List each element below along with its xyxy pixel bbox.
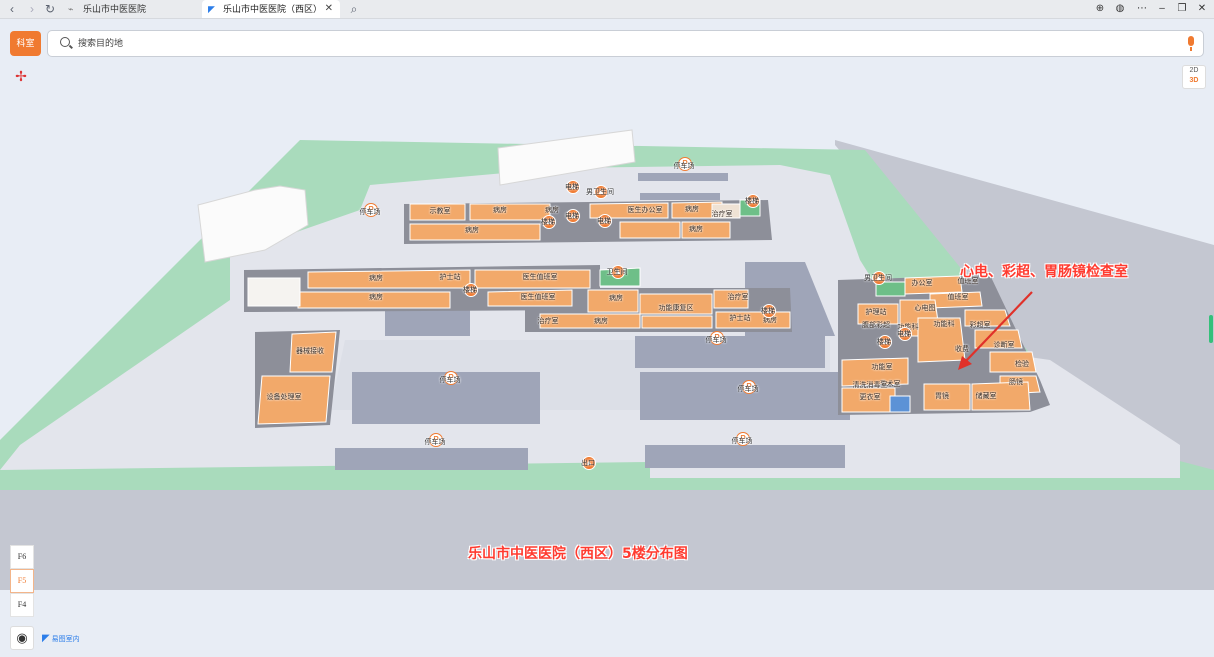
- forward-icon[interactable]: ›: [24, 1, 40, 17]
- close-window-icon[interactable]: ✕: [1192, 0, 1212, 18]
- room-label[interactable]: 储藏室: [976, 391, 997, 401]
- room-label[interactable]: 检验: [1015, 359, 1029, 369]
- room-label[interactable]: 功能室: [872, 362, 893, 372]
- parking-label[interactable]: 停车场: [425, 437, 446, 447]
- facility-label[interactable]: 电梯: [597, 216, 611, 226]
- link-icon: ⌁: [68, 4, 74, 14]
- facility-label[interactable]: 楼梯: [877, 337, 891, 347]
- browser-tab-bar: ‹ › ↻ ⌁ 乐山市中医医院 ◤ 乐山市中医医院（西区） ✕ ⌕ ⊕ ◍ ⋯ – …: [0, 0, 1214, 19]
- room-label[interactable]: 示教室: [430, 206, 451, 216]
- parking-label[interactable]: 停车场: [440, 375, 461, 385]
- room-label[interactable]: 病房: [689, 224, 703, 234]
- room-label[interactable]: 医生办公室: [628, 205, 663, 215]
- facility-label[interactable]: 男卫生间: [586, 187, 614, 197]
- parking-label[interactable]: 停车场: [732, 436, 753, 446]
- parking-label[interactable]: 停车场: [674, 161, 695, 171]
- room-label[interactable]: 诊断室: [994, 340, 1015, 350]
- room-label[interactable]: 腹部彩超: [862, 320, 890, 330]
- microphone-icon[interactable]: [1188, 36, 1194, 51]
- room-label[interactable]: 护士站: [730, 313, 751, 323]
- new-tab-search-icon[interactable]: ⌕: [346, 1, 362, 17]
- room-label[interactable]: 病房: [609, 293, 623, 303]
- room-label[interactable]: 病房: [369, 292, 383, 302]
- floor-f5[interactable]: F5: [10, 569, 34, 593]
- tab-hospital-west[interactable]: ◤ 乐山市中医医院（西区） ✕: [202, 0, 340, 18]
- map-app: 病房 示教室 病房 病房 医生办公室 病房 病房 护士站 病房 医生值班室 医生值班室 治疗室 病房 病房…: [0, 19, 1214, 657]
- room-label[interactable]: 胃镜: [935, 391, 949, 401]
- view-2d-label: 2D: [1189, 67, 1199, 74]
- room-label[interactable]: 功能康复区: [659, 303, 694, 313]
- zoom-indicator: [1209, 315, 1213, 343]
- view-3d-label: 3D: [1189, 77, 1199, 84]
- globe-icon[interactable]: ◍: [1110, 0, 1130, 18]
- room-label[interactable]: 彩超室: [970, 320, 991, 330]
- facility-label[interactable]: 男卫生间: [864, 273, 892, 283]
- room-label[interactable]: 收费: [955, 344, 969, 354]
- room-label[interactable]: 功能科: [934, 319, 955, 329]
- facility-label[interactable]: 楼梯: [463, 285, 477, 295]
- facility-label[interactable]: 楼梯: [541, 217, 555, 227]
- search-input[interactable]: 搜索目的地: [47, 30, 1204, 57]
- search-placeholder: 搜索目的地: [78, 38, 124, 48]
- parking-label[interactable]: 停车场: [706, 335, 727, 345]
- facility-label[interactable]: 楼梯: [761, 306, 775, 316]
- minimize-icon[interactable]: –: [1152, 0, 1172, 18]
- room-label[interactable]: 清洗消毒室: [853, 380, 888, 390]
- parking-label[interactable]: 停车场: [738, 384, 759, 394]
- room-label[interactable]: 医生值班室: [523, 272, 558, 282]
- facility-label[interactable]: 电梯: [565, 211, 579, 221]
- room-label[interactable]: 治疗室: [712, 209, 733, 219]
- facility-label[interactable]: 楼梯: [745, 196, 759, 206]
- map-tab-icon: ◤: [208, 4, 215, 14]
- category-button[interactable]: 科室: [10, 31, 41, 56]
- room-label[interactable]: 病房: [594, 316, 608, 326]
- floor-f4[interactable]: F4: [10, 593, 34, 617]
- room-label[interactable]: 值班室: [948, 292, 969, 302]
- room-label[interactable]: 更衣室: [860, 392, 881, 402]
- room-label[interactable]: 办公室: [912, 278, 933, 288]
- floor-f6[interactable]: F6: [10, 545, 34, 569]
- locate-icon[interactable]: ◉: [10, 626, 34, 650]
- facility-label[interactable]: 卫生间: [607, 267, 628, 277]
- room-label[interactable]: 病房: [465, 225, 479, 235]
- compass-icon[interactable]: ✢: [11, 66, 31, 86]
- facility-label[interactable]: 电梯: [565, 182, 579, 192]
- view-toggle-button[interactable]: 2D 3D: [1182, 65, 1206, 89]
- facility-label[interactable]: 出口: [581, 458, 595, 468]
- room-label[interactable]: 护士站: [440, 272, 461, 282]
- more-icon[interactable]: ⋯: [1132, 0, 1152, 18]
- brand-logo: ◤ 易图室内: [42, 633, 80, 644]
- map-caption: 乐山市中医医院（西区）5楼分布图: [468, 546, 688, 562]
- restore-icon[interactable]: ❐: [1172, 0, 1192, 18]
- room-label[interactable]: 病房: [493, 205, 507, 215]
- room-label[interactable]: 病房: [369, 273, 383, 283]
- reload-icon[interactable]: ↻: [42, 1, 58, 17]
- room-label[interactable]: 心电图: [915, 303, 936, 313]
- search-icon: [60, 37, 70, 47]
- room-label[interactable]: 治疗室: [538, 316, 559, 326]
- floor-selector: F6 F5 F4: [10, 545, 34, 617]
- back-icon[interactable]: ‹: [4, 1, 20, 17]
- room-label[interactable]: 肠镜: [1009, 377, 1023, 387]
- room-label[interactable]: 病房: [685, 204, 699, 214]
- tab-hospital[interactable]: ⌁ 乐山市中医医院: [62, 0, 200, 18]
- brand-mark-icon: ◤: [42, 633, 50, 644]
- room-label[interactable]: 设备处理室: [267, 392, 302, 402]
- room-label[interactable]: 治疗室: [728, 292, 749, 302]
- callout-text: 心电、彩超、胃肠镜检查室: [960, 264, 1128, 280]
- room-label[interactable]: 医生值班室: [521, 292, 556, 302]
- room-label[interactable]: 护理站: [866, 307, 887, 317]
- parking-label[interactable]: 停车场: [360, 207, 381, 217]
- close-tab-icon[interactable]: ✕: [325, 0, 333, 18]
- room-label[interactable]: 器械接收: [296, 346, 324, 356]
- room-label[interactable]: 病房: [545, 205, 559, 215]
- facility-label[interactable]: 电梯: [897, 329, 911, 339]
- download-icon[interactable]: ⊕: [1090, 0, 1110, 18]
